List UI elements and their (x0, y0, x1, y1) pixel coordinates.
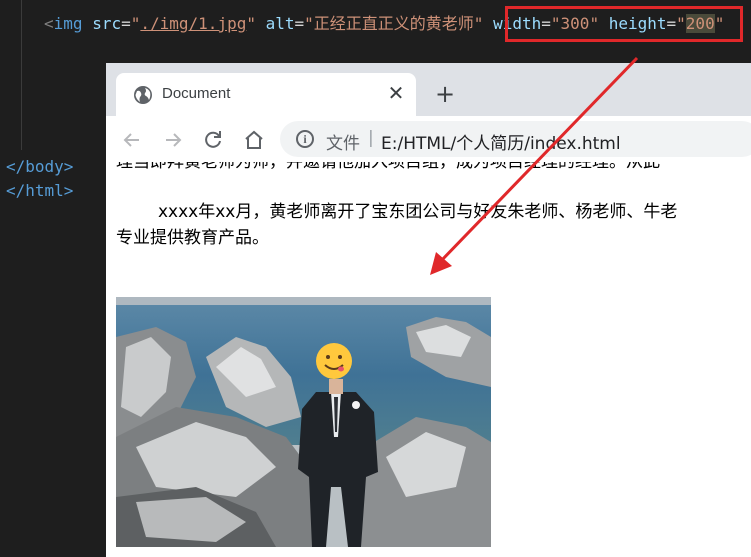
browser-toolbar: i 文件 | E:/HTML/个人简历/index.html (106, 116, 751, 162)
tab-strip: Document ✕ + (106, 63, 751, 116)
closing-body-tag: </body> (6, 157, 74, 176)
new-tab-button[interactable]: + (433, 82, 457, 106)
close-icon[interactable]: ✕ (386, 83, 406, 103)
code-src-value[interactable]: ./img/1.jpg (140, 14, 246, 33)
page-content: 理当即拜黄老师为师，并邀请他加入项目组，成为项目经理的经理。从此 xxxx年xx… (106, 162, 751, 557)
url-text[interactable]: E:/HTML/个人简历/index.html (381, 129, 621, 154)
paragraph-2-continued: 专业提供教育产品。 (116, 228, 269, 248)
code-attr-src: src (92, 14, 122, 33)
tab-title: Document (162, 85, 231, 102)
url-separator: | (368, 128, 374, 148)
address-bar[interactable]: i 文件 | E:/HTML/个人简历/index.html (280, 121, 751, 157)
paragraph-1: 理当即拜黄老师为师，并邀请他加入项目组，成为项目经理的经理。从此 (116, 162, 660, 172)
code-tag-img: img (53, 14, 83, 33)
arrow-right-icon[interactable] (161, 128, 185, 152)
code-src-quote-open: " (130, 14, 141, 33)
attribute-highlight-box (505, 6, 743, 42)
browser-window: Document ✕ + i 文件 | E:/HTML/个人简历/index.h… (106, 63, 751, 557)
home-icon[interactable] (242, 128, 266, 152)
teacher-photo (116, 297, 491, 547)
closing-tags: </body> </html> (6, 155, 73, 203)
tab-document[interactable]: Document ✕ (116, 73, 416, 116)
globe-icon (133, 85, 153, 105)
code-attr-alt: alt (265, 14, 295, 33)
code-src-quote-close: " (246, 14, 256, 33)
url-scheme-label: 文件 (326, 134, 360, 154)
code-lt: < (44, 14, 54, 33)
arrow-left-icon[interactable] (120, 128, 144, 152)
code-alt-value: "正经正直正义的黄老师" (304, 14, 484, 33)
closing-html-tag: </html> (6, 181, 74, 200)
indent-guide (21, 0, 22, 150)
reload-icon[interactable] (201, 128, 225, 152)
info-icon[interactable]: i (296, 130, 314, 148)
paragraph-2: xxxx年xx月，黄老师离开了宝东团公司与好友朱老师、杨老师、牛老 (158, 202, 678, 222)
